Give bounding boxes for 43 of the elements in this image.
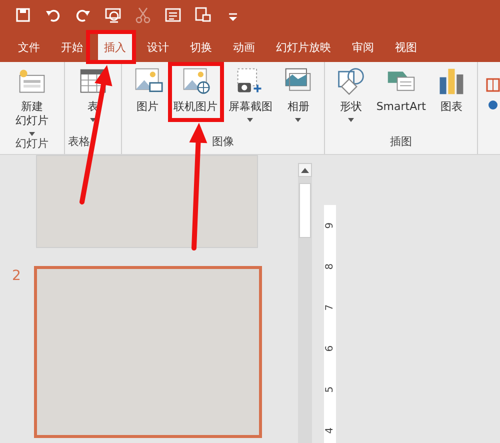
window-icon[interactable] <box>194 6 212 24</box>
group-label: 幻灯片 <box>15 136 48 152</box>
ribbon-tab[interactable]: 设计 <box>141 34 175 62</box>
ribbon-button[interactable]: 图片 <box>132 66 163 114</box>
scroll-thumb[interactable] <box>299 183 311 238</box>
ribbon-button[interactable]: 联机图片 <box>174 66 218 114</box>
highlight-frame <box>86 30 136 64</box>
ribbon-tab[interactable]: 开始 <box>55 34 89 62</box>
ribbon-button[interactable]: 屏幕截图 <box>228 66 272 122</box>
ruler-number: 8 <box>324 262 336 272</box>
ribbon-button[interactable]: SmartArt <box>376 66 426 114</box>
layout-icon[interactable] <box>164 6 182 24</box>
ruler-number: 4 <box>324 426 336 436</box>
ruler-number: 9 <box>324 221 336 231</box>
ribbon-tab[interactable]: 切换 <box>184 34 218 62</box>
shape-icon[interactable] <box>486 100 498 110</box>
ruler-number: 5 <box>324 385 336 395</box>
scroll-up-button[interactable] <box>298 163 312 177</box>
projector-icon[interactable] <box>104 6 122 24</box>
slide-number: 2 <box>11 267 22 286</box>
picture-globe-icon <box>180 66 211 96</box>
ribbon-tab[interactable]: 审阅 <box>346 34 380 62</box>
save-icon[interactable] <box>14 6 32 24</box>
ribbon-button[interactable]: 新建 幻灯片 <box>15 66 48 136</box>
layout-icon[interactable] <box>486 78 500 92</box>
group-label: 表格 <box>66 134 90 150</box>
up-arrow-icon <box>301 168 309 172</box>
ribbon-tab[interactable]: 视图 <box>389 34 423 62</box>
ribbon-tab[interactable]: 幻灯片放映 <box>270 34 337 62</box>
ribbon-button[interactable]: 形状 <box>336 66 366 122</box>
slide-thumbnail[interactable] <box>36 155 258 248</box>
ruler-number: 6 <box>324 344 336 354</box>
ribbon-tab[interactable]: 文件 <box>12 34 46 62</box>
scrollbar[interactable] <box>298 163 312 443</box>
slide-thumbnail[interactable] <box>34 266 262 438</box>
ribbon-button[interactable]: 图表 <box>436 66 466 114</box>
shapes-icon <box>336 66 366 96</box>
group-label: 插图 <box>390 134 412 150</box>
ribbon-tab[interactable]: 插入 <box>98 34 132 62</box>
ribbon-tab[interactable]: 动画 <box>227 34 261 62</box>
ribbon-button[interactable]: 相册 <box>283 66 314 122</box>
group-label: 图像 <box>212 134 234 150</box>
ruler-number: 7 <box>324 303 336 313</box>
